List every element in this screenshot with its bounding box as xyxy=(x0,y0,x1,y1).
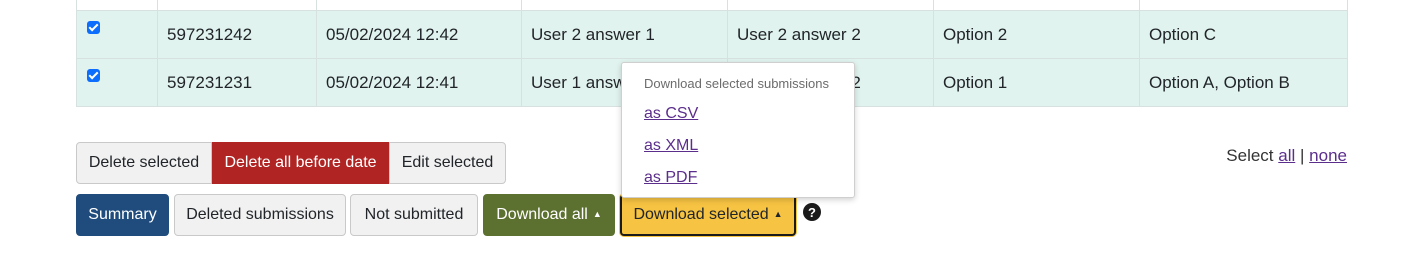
delete-selected-button[interactable]: Delete selected xyxy=(76,142,212,184)
download-selected-label: Download selected xyxy=(633,206,769,223)
download-all-label: Download all xyxy=(496,206,588,223)
download-xml-link[interactable]: as XML xyxy=(644,137,698,155)
delete-all-before-date-button[interactable]: Delete all before date xyxy=(212,142,389,184)
submission-id: 597231242 xyxy=(157,10,317,59)
caret-up-icon: ▲ xyxy=(773,209,783,219)
dropdown-header: Download selected submissions xyxy=(644,76,829,91)
download-selected-dropdown: Download selected submissions as CSV as … xyxy=(621,62,855,198)
download-csv-link[interactable]: as CSV xyxy=(644,105,698,123)
choice-cell: Option 2 xyxy=(933,10,1140,59)
answer-1-cell: User 2 answer 1 xyxy=(521,10,728,59)
row-checkbox[interactable] xyxy=(87,20,100,34)
summary-button[interactable]: Summary xyxy=(76,194,169,236)
row-checkbox[interactable] xyxy=(87,68,100,82)
not-submitted-button[interactable]: Not submitted xyxy=(350,194,478,236)
select-separator: | xyxy=(1300,146,1305,165)
answer-2-cell: User 2 answer 2 xyxy=(727,10,934,59)
select-label: Select xyxy=(1226,146,1274,165)
select-links: Select all | none xyxy=(1226,146,1347,166)
multi-choice-cell: Option A, Option B xyxy=(1139,58,1348,107)
submission-date: 05/02/2024 12:42 xyxy=(316,10,522,59)
select-all-link[interactable]: all xyxy=(1278,146,1295,165)
deleted-submissions-button[interactable]: Deleted submissions xyxy=(174,194,346,236)
choice-cell: Option 1 xyxy=(933,58,1140,107)
multi-choice-cell: Option C xyxy=(1139,10,1348,59)
submission-id: 597231231 xyxy=(157,58,317,107)
help-icon[interactable]: ? xyxy=(803,203,821,221)
download-all-button[interactable]: Download all ▲ xyxy=(483,194,615,236)
download-pdf-link[interactable]: as PDF xyxy=(644,169,697,187)
edit-selected-button[interactable]: Edit selected xyxy=(389,142,506,184)
submission-date: 05/02/2024 12:41 xyxy=(316,58,522,107)
table-row-partial xyxy=(76,0,1348,11)
table-row: 597231242 05/02/2024 12:42 User 2 answer… xyxy=(76,10,1348,59)
download-selected-button[interactable]: Download selected ▲ xyxy=(620,194,796,236)
caret-up-icon: ▲ xyxy=(592,209,602,219)
select-none-link[interactable]: none xyxy=(1309,146,1347,165)
